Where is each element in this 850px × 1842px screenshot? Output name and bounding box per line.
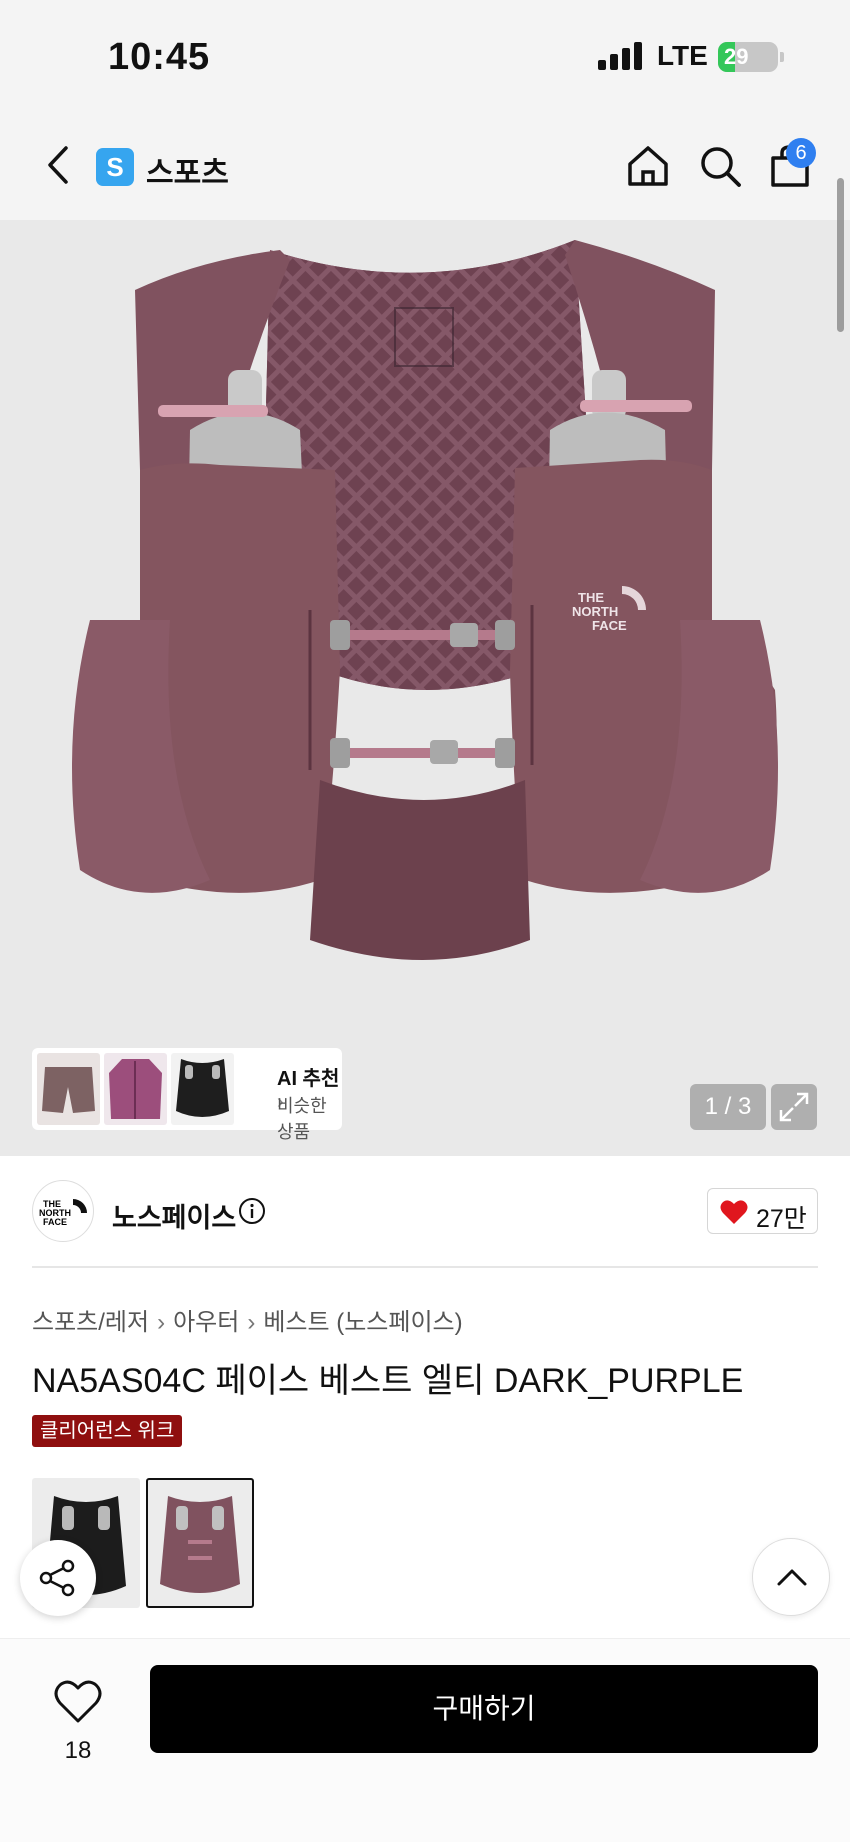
home-icon [628, 146, 668, 186]
svg-text:THE: THE [578, 590, 604, 605]
ai-recommend-subtitle: 비슷한 상품 [277, 1096, 327, 1142]
breadcrumb-item[interactable]: 베스트 (노스페이스) [263, 1309, 462, 1336]
top-nav-bar: S 스포츠 6 [0, 110, 850, 220]
breadcrumb-item[interactable]: 아우터 [173, 1309, 239, 1336]
battery-icon: 29 [718, 42, 778, 72]
ai-thumb-black-vest[interactable] [171, 1053, 234, 1125]
chevron-up-icon [777, 1569, 807, 1586]
brand-like-count: 27만 [756, 1205, 807, 1233]
heart-outline-icon [54, 1680, 102, 1723]
store-name[interactable]: 스포츠 [146, 148, 229, 192]
signal-icon [598, 42, 644, 70]
network-type: LTE [657, 40, 708, 71]
status-bar: 10:45 LTE 29 [0, 0, 850, 110]
info-icon[interactable] [238, 1197, 266, 1225]
brand-like-button[interactable]: 27만 [707, 1188, 818, 1234]
bottom-action-bar: 18 구매하기 [0, 1638, 850, 1842]
ai-thumb-shorts[interactable] [37, 1053, 100, 1125]
expand-image-button[interactable] [771, 1084, 817, 1130]
svg-text:FACE: FACE [592, 618, 627, 633]
product-image-gallery[interactable]: THE NORTH FACE [0, 220, 850, 1156]
cart-count-badge: 6 [786, 138, 816, 168]
heart-filled-icon [720, 1200, 748, 1224]
search-button[interactable] [696, 142, 744, 190]
battery-tip [780, 52, 784, 62]
wishlist-count: 18 [64, 1737, 92, 1764]
svg-text:FACE: FACE [43, 1217, 67, 1227]
chevron-left-icon [48, 146, 68, 184]
breadcrumb-item[interactable]: 스포츠/레저 [32, 1309, 149, 1336]
color-option-dark-purple[interactable] [146, 1478, 254, 1608]
expand-icon [779, 1092, 809, 1122]
brand-logo[interactable]: THE NORTH FACE [32, 1180, 94, 1242]
image-counter: 1 / 3 [690, 1084, 766, 1130]
chevron-right-icon: › [157, 1309, 166, 1336]
svg-text:NORTH: NORTH [572, 604, 618, 619]
scroll-to-top-button[interactable] [752, 1538, 830, 1616]
search-icon [701, 147, 741, 187]
ai-thumb-jacket[interactable] [104, 1053, 167, 1125]
chevron-right-icon: › [247, 1309, 256, 1336]
wishlist-button[interactable]: 18 [40, 1663, 116, 1773]
status-time: 10:45 [108, 36, 211, 78]
share-icon [39, 1559, 75, 1597]
battery-percent: 29 [724, 44, 749, 69]
divider [32, 1266, 818, 1268]
brand-name[interactable]: 노스페이스 [112, 1196, 236, 1235]
store-logo[interactable]: S [96, 148, 134, 186]
product-title: NA5AS04C 페이스 베스트 엘티 DARK_PURPLE [32, 1362, 744, 1400]
product-photo-vest: THE NORTH FACE [72, 240, 778, 960]
clearance-badge: 클리어런스 위크 [32, 1415, 183, 1447]
home-button[interactable] [624, 142, 672, 190]
breadcrumb: 스포츠/레저 › 아우터 › 베스트 (노스페이스) [32, 1302, 463, 1337]
ai-recommend-card[interactable]: AI 추천 › 비슷한 상품 [32, 1048, 342, 1142]
share-button[interactable] [20, 1540, 96, 1616]
scroll-indicator[interactable] [837, 178, 844, 332]
back-button[interactable] [40, 140, 80, 190]
buy-button[interactable]: 구매하기 [150, 1665, 818, 1753]
